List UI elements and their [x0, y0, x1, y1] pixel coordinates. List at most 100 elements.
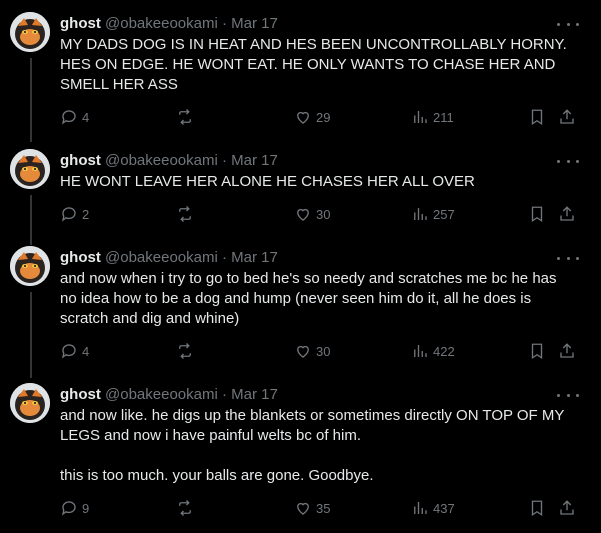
- reply-button[interactable]: 4: [60, 107, 89, 127]
- share-button[interactable]: [558, 498, 576, 518]
- views-chart-icon: [414, 345, 427, 357]
- avatar-image: [10, 12, 50, 52]
- display-name[interactable]: ghost: [60, 15, 101, 32]
- tweet-header: ghost @obakeeookami · Mar 17: [60, 151, 278, 171]
- heart-icon: [297, 345, 309, 358]
- views-button[interactable]: 437: [411, 498, 455, 518]
- view-count: 257: [433, 206, 455, 222]
- like-button[interactable]: 29: [294, 107, 330, 127]
- bookmark-button[interactable]: [528, 341, 546, 361]
- views-button[interactable]: 211: [411, 107, 454, 127]
- tweet[interactable]: ghost @obakeeookami · Mar 17 HE WONT LEA…: [0, 149, 601, 245]
- retweet-icon: [179, 500, 191, 516]
- view-count: 422: [433, 343, 455, 359]
- like-count: 29: [316, 109, 331, 125]
- tweet-header: ghost @obakeeookami · Mar 17: [60, 248, 278, 268]
- reply-icon: [61, 501, 76, 516]
- share-button[interactable]: [558, 341, 576, 361]
- separator: ·: [221, 15, 227, 32]
- retweet-button[interactable]: [176, 204, 194, 224]
- bookmark-button[interactable]: [528, 204, 546, 224]
- tweet[interactable]: ghost @obakeeookami · Mar 17 and now lik…: [0, 383, 601, 528]
- view-count: 211: [433, 109, 454, 125]
- handle[interactable]: @obakeeookami: [105, 249, 218, 266]
- timestamp[interactable]: Mar 17: [231, 386, 278, 403]
- avatar[interactable]: [10, 383, 52, 425]
- display-name[interactable]: ghost: [60, 249, 101, 266]
- action-bar: 4 29 211: [60, 107, 580, 127]
- bookmark-icon: [531, 343, 543, 360]
- reply-count: 4: [82, 109, 90, 125]
- reply-count: 2: [82, 206, 90, 222]
- avatar[interactable]: [10, 246, 52, 288]
- heart-icon: [297, 502, 309, 515]
- bookmark-button[interactable]: [528, 498, 546, 518]
- views-chart-icon: [414, 111, 427, 123]
- avatar-image: [10, 149, 50, 189]
- tweet-text: MY DADS DOG IS IN HEAT AND HES BEEN UNCO…: [60, 36, 567, 93]
- share-icon: [560, 343, 574, 358]
- like-count: 35: [316, 500, 331, 516]
- reply-count: 4: [82, 343, 90, 359]
- tweet-text: and now like. he digs up the blankets or…: [60, 407, 565, 484]
- handle[interactable]: @obakeeookami: [105, 152, 218, 169]
- reply-icon: [61, 344, 76, 359]
- thread-line: [30, 292, 32, 378]
- views-chart-icon: [414, 502, 427, 514]
- like-count: 30: [316, 206, 331, 222]
- bookmark-icon: [531, 500, 543, 517]
- more-options-icon[interactable]: [557, 16, 579, 32]
- timestamp[interactable]: Mar 17: [231, 249, 278, 266]
- handle[interactable]: @obakeeookami: [105, 386, 218, 403]
- timestamp[interactable]: Mar 17: [231, 152, 278, 169]
- avatar-image: [10, 383, 50, 423]
- tweet-text: HE WONT LEAVE HER ALONE HE CHASES HER AL…: [60, 173, 475, 190]
- action-bar: 4 30 422: [60, 341, 580, 361]
- tweet[interactable]: ghost @obakeeookami · Mar 17 MY DADS DOG…: [0, 12, 601, 142]
- tweet-header: ghost @obakeeookami · Mar 17: [60, 14, 278, 34]
- like-button[interactable]: 30: [294, 204, 330, 224]
- timestamp[interactable]: Mar 17: [231, 15, 278, 32]
- more-options-icon[interactable]: [557, 387, 579, 403]
- reply-icon: [61, 110, 76, 125]
- retweet-button[interactable]: [176, 341, 194, 361]
- retweet-button[interactable]: [176, 107, 194, 127]
- avatar-image: [10, 246, 50, 286]
- tweet-text: and now when i try to go to bed he's so …: [60, 270, 557, 327]
- reply-button[interactable]: 9: [60, 498, 89, 518]
- avatar[interactable]: [10, 12, 52, 54]
- separator: ·: [221, 249, 227, 266]
- reply-count: 9: [82, 500, 90, 516]
- retweet-icon: [179, 109, 191, 125]
- share-icon: [560, 500, 574, 515]
- like-button[interactable]: 35: [294, 498, 330, 518]
- avatar[interactable]: [10, 149, 52, 191]
- views-button[interactable]: 422: [411, 341, 455, 361]
- more-options-icon[interactable]: [557, 250, 579, 266]
- bookmark-icon: [531, 109, 543, 126]
- bookmark-icon: [531, 206, 543, 223]
- display-name[interactable]: ghost: [60, 386, 101, 403]
- handle[interactable]: @obakeeookami: [105, 15, 218, 32]
- share-button[interactable]: [558, 107, 576, 127]
- bookmark-button[interactable]: [528, 107, 546, 127]
- retweet-icon: [179, 343, 191, 359]
- more-options-icon[interactable]: [557, 153, 579, 169]
- share-icon: [560, 206, 574, 221]
- retweet-button[interactable]: [176, 498, 194, 518]
- reply-icon: [61, 207, 76, 222]
- display-name[interactable]: ghost: [60, 152, 101, 169]
- action-bar: 9 35 437: [60, 498, 580, 518]
- tweet[interactable]: ghost @obakeeookami · Mar 17 and now whe…: [0, 246, 601, 378]
- share-button[interactable]: [558, 204, 576, 224]
- reply-button[interactable]: 4: [60, 341, 89, 361]
- thread-line: [30, 58, 32, 142]
- separator: ·: [221, 386, 227, 403]
- retweet-icon: [179, 206, 191, 222]
- like-button[interactable]: 30: [294, 341, 330, 361]
- timeline: ghost @obakeeookami · Mar 17 MY DADS DOG…: [0, 0, 601, 533]
- views-button[interactable]: 257: [411, 204, 455, 224]
- tweet-header: ghost @obakeeookami · Mar 17: [60, 385, 278, 405]
- reply-button[interactable]: 2: [60, 204, 89, 224]
- separator: ·: [221, 152, 227, 169]
